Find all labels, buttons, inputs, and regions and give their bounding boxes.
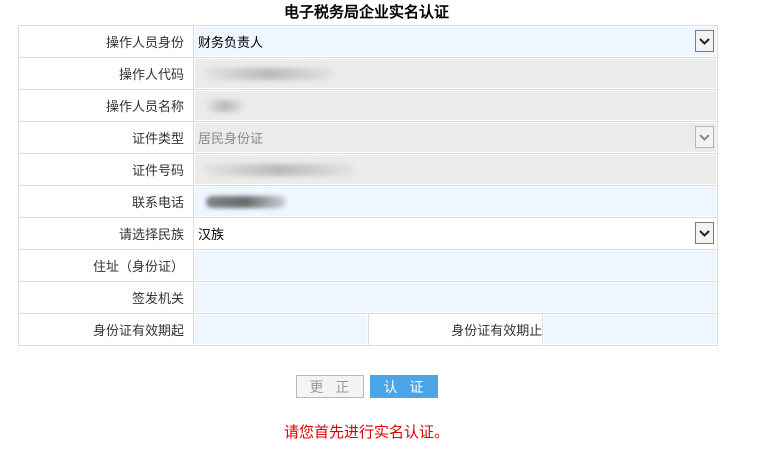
operator-identity-select[interactable]: 财务负责人	[195, 27, 716, 56]
ethnicity-cell: 汉族	[193, 217, 718, 250]
validity-end-input[interactable]	[544, 315, 716, 344]
verify-button[interactable]: 认证	[369, 375, 438, 398]
form-row-ethnicity: 请选择民族 汉族	[18, 217, 718, 250]
id-type-select[interactable]: 居民身份证	[195, 123, 716, 152]
operator-name-cell	[193, 89, 718, 122]
chevron-down-icon[interactable]	[695, 222, 714, 244]
action-buttons: 更正 认证	[0, 375, 733, 398]
validity-end-label: 身份证有效期止	[367, 313, 544, 346]
issuing-authority-label: 签发机关	[18, 281, 194, 314]
operator-code-cell	[193, 57, 718, 90]
form-row-operator-identity: 操作人员身份 财务负责人	[18, 25, 718, 58]
notice-message: 请您首先进行实名认证。	[283, 423, 449, 441]
validity-end-cell	[542, 313, 718, 346]
form-row-issuing-authority: 签发机关	[18, 281, 718, 314]
page-title: 电子税务局企业实名认证	[283, 3, 449, 21]
redacted-blur	[206, 195, 286, 208]
id-number-cell	[193, 153, 718, 186]
operator-identity-label: 操作人员身份	[18, 25, 194, 58]
address-label: 住址（身份证）	[18, 249, 194, 282]
address-cell	[193, 249, 718, 282]
form-row-operator-name: 操作人员名称	[18, 89, 718, 122]
ethnicity-label: 请选择民族	[18, 217, 194, 250]
operator-identity-value: 财务负责人	[198, 36, 264, 51]
id-type-label: 证件类型	[18, 121, 194, 154]
modify-button[interactable]: 更正	[295, 375, 364, 398]
id-type-value: 居民身份证	[198, 132, 264, 147]
ethnicity-value: 汉族	[198, 228, 225, 243]
operator-name-label: 操作人员名称	[18, 89, 194, 122]
id-number-label: 证件号码	[18, 153, 194, 186]
address-input[interactable]	[195, 251, 716, 280]
redacted-blur	[206, 99, 244, 112]
operator-name-field[interactable]	[195, 91, 716, 120]
chevron-down-icon	[695, 126, 714, 148]
form-row-validity: 身份证有效期起 身份证有效期止	[18, 313, 718, 346]
redacted-blur	[204, 67, 334, 80]
operator-code-label: 操作人代码	[18, 57, 194, 90]
operator-identity-cell: 财务负责人	[193, 25, 718, 58]
issuing-authority-input[interactable]	[195, 283, 716, 312]
real-name-auth-form: 操作人员身份 财务负责人 操作人代码 操作人员名称 证件类型 居民身份证 证件号…	[18, 25, 718, 346]
form-row-id-number: 证件号码	[18, 153, 718, 186]
validity-start-label: 身份证有效期起	[18, 313, 194, 346]
issuing-authority-cell	[193, 281, 718, 314]
phone-label: 联系电话	[18, 185, 194, 218]
form-row-phone: 联系电话	[18, 185, 718, 218]
redacted-blur	[204, 163, 354, 176]
id-type-cell: 居民身份证	[193, 121, 718, 154]
ethnicity-select[interactable]: 汉族	[195, 219, 716, 248]
validity-start-cell	[193, 313, 369, 346]
id-number-field[interactable]	[195, 155, 716, 184]
validity-start-input[interactable]	[195, 315, 367, 344]
operator-code-field[interactable]	[195, 59, 716, 88]
form-row-address: 住址（身份证）	[18, 249, 718, 282]
form-row-operator-code: 操作人代码	[18, 57, 718, 90]
phone-cell	[193, 185, 718, 218]
chevron-down-icon[interactable]	[695, 30, 714, 52]
phone-input[interactable]	[195, 187, 716, 216]
form-row-id-type: 证件类型 居民身份证	[18, 121, 718, 154]
